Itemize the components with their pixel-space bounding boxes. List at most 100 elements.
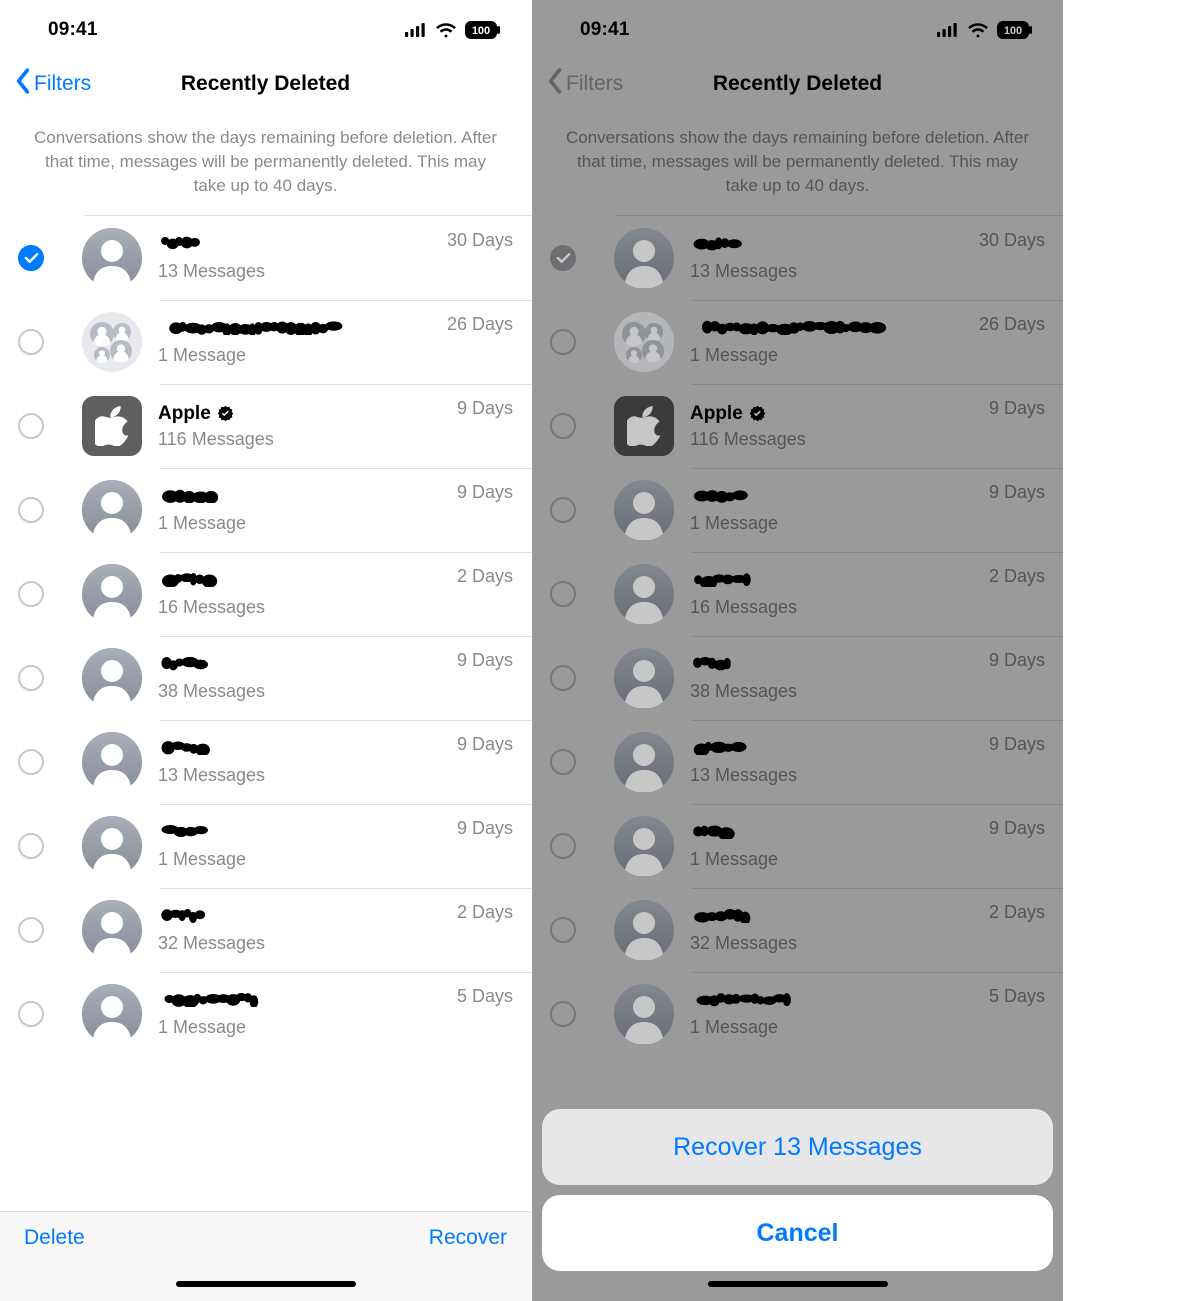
selection-checkbox[interactable] [550,665,576,691]
home-indicator[interactable] [708,1281,888,1287]
selection-checkbox[interactable] [18,245,44,271]
days-remaining: 9 Days [989,398,1063,419]
cancel-button[interactable]: Cancel [542,1195,1053,1271]
recover-button[interactable]: Recover [429,1226,507,1250]
back-button[interactable]: Filters [14,68,91,100]
message-count: 1 Message [690,345,1063,366]
message-count: 1 Message [158,345,531,366]
selection-checkbox[interactable] [18,329,44,355]
person-avatar-icon [614,900,674,960]
message-count: 1 Message [158,849,531,870]
person-avatar-icon [614,228,674,288]
selection-checkbox[interactable] [550,329,576,355]
redacted-name [690,655,745,677]
group-avatar-icon [82,312,142,372]
selection-checkbox[interactable] [550,497,576,523]
conversation-row[interactable]: 13 Messages9 Days [532,720,1063,804]
message-count: 38 Messages [690,681,1063,702]
conversation-row[interactable]: 1 Message 9 Days [0,468,531,552]
conversation-row[interactable]: Apple 116 Messages 9 Days [532,384,1063,468]
wifi-icon [967,22,989,38]
conversation-row[interactable]: 1 Message9 Days [0,804,531,888]
message-count: 13 Messages [690,261,1063,282]
wifi-icon [435,22,457,38]
person-avatar-icon [82,816,142,876]
selection-checkbox[interactable] [18,1001,44,1027]
conversation-row[interactable]: 16 Messages2 Days [0,552,531,636]
days-remaining: 9 Days [989,482,1063,503]
message-count: 16 Messages [690,597,1063,618]
conversation-row[interactable]: 13 Messages 30 Days [0,216,531,300]
conversation-row[interactable]: 1 Message26 Days [0,300,531,384]
conversation-row[interactable]: 32 Messages2 Days [532,888,1063,972]
apple-logo-icon [82,396,142,456]
selection-checkbox[interactable] [18,413,44,439]
selection-checkbox[interactable] [550,413,576,439]
days-remaining: 9 Days [457,482,531,503]
selection-checkbox[interactable] [18,749,44,775]
conversation-row[interactable]: 13 Messages9 Days [0,720,531,804]
person-avatar-icon [614,480,674,540]
person-avatar-icon [614,732,674,792]
person-avatar-icon [82,984,142,1044]
days-remaining: 30 Days [979,230,1063,251]
redacted-name [690,823,746,845]
selection-checkbox[interactable] [550,581,576,607]
message-count: 1 Message [158,513,531,534]
verified-badge-icon [749,405,766,422]
conversation-row[interactable]: 13 Messages 30 Days [532,216,1063,300]
redacted-name [690,235,754,257]
conversation-row[interactable]: 1 Message5 Days [532,972,1063,1056]
conversation-row[interactable]: 38 Messages9 Days [0,636,531,720]
conversation-row[interactable]: 16 Messages 2 Days [532,552,1063,636]
days-remaining: 2 Days [989,902,1063,923]
conversation-row[interactable]: 38 Messages9 Days [532,636,1063,720]
selection-checkbox[interactable] [18,917,44,943]
person-avatar-icon [82,648,142,708]
conversation-name-text: Apple [690,403,743,425]
status-time: 09:41 [580,19,630,41]
days-remaining: 2 Days [989,566,1063,587]
days-remaining: 5 Days [457,986,531,1007]
conversation-row[interactable]: 1 Message 9 Days [532,468,1063,552]
svg-text:100: 100 [1004,25,1022,37]
conversation-list[interactable]: 13 Messages 30 Days 1 Message26 DaysApple1… [0,216,531,1211]
selection-checkbox[interactable] [550,917,576,943]
apple-logo-icon [614,396,674,456]
cellular-icon [937,23,959,37]
message-count: 116 Messages [690,429,1063,450]
redacted-name [158,739,222,761]
selection-checkbox[interactable] [18,833,44,859]
selection-checkbox[interactable] [18,665,44,691]
selection-checkbox[interactable] [550,1001,576,1027]
home-indicator[interactable] [176,1281,356,1287]
selection-checkbox[interactable] [550,749,576,775]
selection-checkbox[interactable] [18,581,44,607]
person-avatar-icon [82,228,142,288]
conversation-row[interactable]: 1 Message5 Days [0,972,531,1056]
message-count: 13 Messages [158,261,531,282]
message-count: 1 Message [690,849,1063,870]
back-button[interactable]: Filters [546,68,623,100]
redacted-name [158,235,213,257]
message-count: 1 Message [690,513,1063,534]
conversation-list[interactable]: 13 Messages 30 Days 1 Message26 Days Apple 1… [532,216,1063,1211]
conversation-row[interactable]: Apple116 Messages9 Days [0,384,531,468]
header-description: Conversations show the days remaining be… [532,114,1063,215]
days-remaining: 9 Days [989,734,1063,755]
delete-button[interactable]: Delete [24,1226,85,1250]
conversation-row[interactable]: 32 Messages2 Days [0,888,531,972]
recover-messages-button[interactable]: Recover 13 Messages [542,1109,1053,1185]
chevron-left-icon [14,68,32,100]
conversation-row[interactable]: 1 Message26 Days [532,300,1063,384]
selection-checkbox[interactable] [550,245,576,271]
days-remaining: 2 Days [457,566,531,587]
redacted-name [158,319,361,341]
selection-checkbox[interactable] [18,497,44,523]
conversation-row[interactable]: 1 Message9 Days [532,804,1063,888]
days-remaining: 30 Days [447,230,531,251]
home-indicator-area [0,1269,531,1301]
redacted-name [690,739,758,761]
message-count: 1 Message [690,1017,1063,1038]
selection-checkbox[interactable] [550,833,576,859]
